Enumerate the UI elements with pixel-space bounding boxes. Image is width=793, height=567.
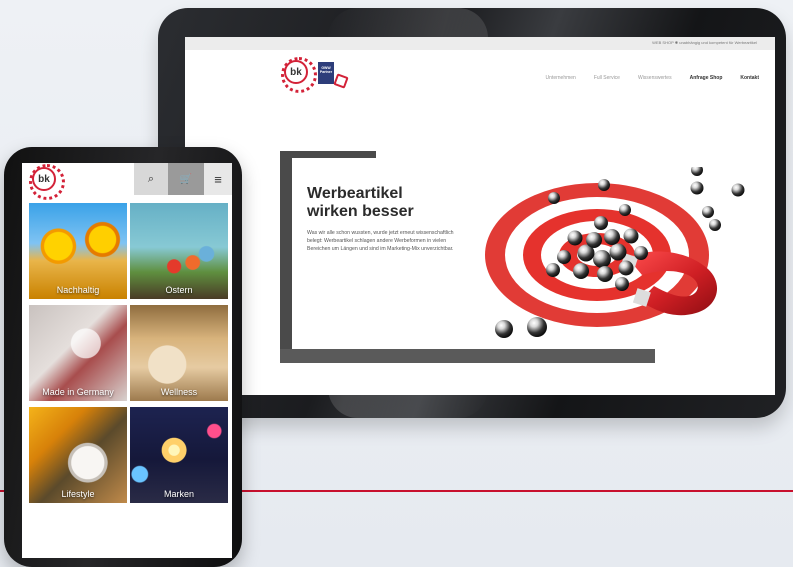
steel-ball <box>594 216 608 230</box>
phone-bk-logo[interactable]: bk <box>29 164 65 200</box>
tile-label: Lifestyle <box>61 489 95 499</box>
hero-frame-left <box>280 151 292 363</box>
tile-label: Made in Germany <box>42 387 114 397</box>
partner-badge: GWW Partner <box>318 62 334 84</box>
category-tile-nachhaltig[interactable]: Nachhaltig <box>29 203 127 299</box>
steel-ball <box>495 320 513 338</box>
category-tile-lifestyle[interactable]: Lifestyle <box>29 407 127 503</box>
bk-logo[interactable]: bk <box>281 57 317 93</box>
hero-title: Werbeartikel wirken besser <box>307 185 414 220</box>
steel-ball <box>597 266 613 282</box>
menu-icon[interactable]: ≡ <box>204 163 232 195</box>
nav-wissenswertes[interactable]: Wissenswertes <box>638 75 672 81</box>
nav-unternehmen[interactable]: Unternehmen <box>546 75 576 81</box>
steel-ball <box>690 181 704 195</box>
steel-ball <box>567 230 583 246</box>
steel-ball <box>634 246 648 260</box>
category-tile-wellness[interactable]: Wellness <box>130 305 228 401</box>
magnet-target-image <box>485 167 745 338</box>
steel-ball <box>527 317 547 337</box>
nav-anfrage-shop[interactable]: Anfrage Shop <box>690 75 723 81</box>
tablet-screen: WEB SHOP ✱ unabhängig und kompetent für … <box>185 37 775 395</box>
steel-ball <box>598 179 610 191</box>
steel-ball <box>573 263 589 279</box>
devices-mockup: WEB SHOP ✱ unabhängig und kompetent für … <box>0 0 793 567</box>
category-tile-made-in-germany[interactable]: Made in Germany <box>29 305 127 401</box>
steel-ball <box>604 229 620 245</box>
hero-body: Was wir alle schon wussten, wurde jetzt … <box>307 230 454 253</box>
steel-ball <box>691 167 703 176</box>
nav-kontakt[interactable]: Kontakt <box>740 75 759 81</box>
search-icon[interactable]: ⌕ <box>134 163 168 195</box>
steel-ball <box>548 192 560 204</box>
steel-ball <box>609 243 627 261</box>
steel-ball <box>546 263 560 277</box>
steel-ball <box>618 260 634 276</box>
steel-ball <box>593 250 611 268</box>
nav-full-service[interactable]: Full Service <box>594 75 620 81</box>
topbar-text: WEB SHOP ✱ unabhängig und kompetent für … <box>652 40 757 45</box>
steel-ball <box>586 232 602 248</box>
steel-ball <box>709 219 721 231</box>
steel-ball <box>623 228 639 244</box>
tablet-topbar: WEB SHOP ✱ unabhängig und kompetent für … <box>185 37 775 50</box>
category-tile-ostern[interactable]: Ostern <box>130 203 228 299</box>
steel-ball <box>557 250 571 264</box>
tile-label: Nachhaltig <box>56 285 100 295</box>
category-tile-marken[interactable]: Marken <box>130 407 228 503</box>
steel-ball <box>615 277 629 291</box>
tile-label: Ostern <box>165 285 193 295</box>
tile-label: Wellness <box>160 387 198 397</box>
hero-frame-top <box>280 151 376 158</box>
phone-screen: bk ⌕ 🛒 ≡ Nachhaltig Ostern Made in Germa… <box>22 163 232 558</box>
tile-label: Marken <box>163 489 194 499</box>
cart-icon[interactable]: 🛒 <box>168 163 204 195</box>
badge-mark <box>333 73 349 89</box>
steel-ball <box>619 204 631 216</box>
tablet-navigation: Unternehmen Full Service Wissenswertes A… <box>546 75 759 81</box>
steel-ball <box>702 206 714 218</box>
steel-ball <box>731 183 745 197</box>
